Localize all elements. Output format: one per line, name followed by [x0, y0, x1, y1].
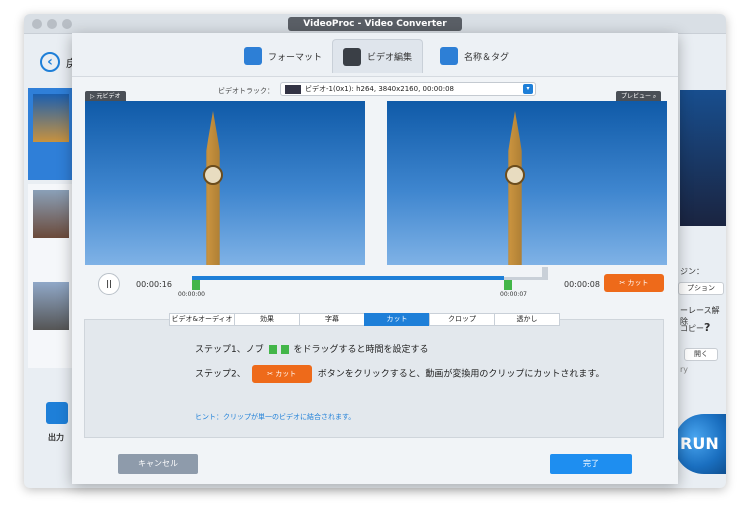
start-marker: 00:00:00: [178, 291, 205, 298]
back-button[interactable]: ‹: [40, 52, 60, 72]
video-track-select[interactable]: ビデオ-1(0x1): h264, 3840x2160, 00:00:08 ▾: [280, 82, 536, 96]
tab-video-edit[interactable]: ビデオ編集: [332, 39, 424, 73]
video-track-value: ビデオ-1(0x1): h264, 3840x2160, 00:00:08: [305, 85, 454, 93]
run-button[interactable]: RUN: [674, 414, 726, 474]
window-title: VideoProc - Video Converter: [288, 17, 462, 31]
start-knob[interactable]: [192, 280, 200, 290]
close-window-icon[interactable]: [32, 19, 42, 29]
preview-video: [387, 101, 667, 265]
maximize-window-icon[interactable]: [62, 19, 72, 29]
source-video: [85, 101, 365, 265]
video-track-label: ビデオトラック：: [218, 87, 274, 95]
format-icon: [244, 47, 262, 65]
right-label-a: ジン：: [680, 267, 704, 276]
subtab-subtitles[interactable]: 字幕: [299, 313, 365, 326]
end-knob-icon: [280, 345, 289, 354]
open-button[interactable]: 開く: [684, 348, 718, 361]
clip-thumb[interactable]: [28, 276, 74, 368]
subtab-watermark[interactable]: 透かし: [494, 313, 560, 326]
end-knob[interactable]: [504, 280, 512, 290]
right-label-c: コピー: [680, 324, 704, 333]
subtab-crop[interactable]: クロップ: [429, 313, 495, 326]
start-knob-icon: [268, 345, 277, 354]
tab-name-tag-label: 名称＆タグ: [464, 52, 510, 63]
dialog-tab-bar: フォーマット ビデオ編集 名称＆タグ: [72, 33, 678, 77]
subtab-cut[interactable]: カット: [364, 313, 430, 326]
help-icon[interactable]: ?: [704, 321, 710, 334]
output-label: 出力: [48, 433, 64, 442]
clip-thumb[interactable]: [28, 88, 74, 180]
minimize-window-icon[interactable]: [47, 19, 57, 29]
timeline-selection: [192, 276, 504, 280]
done-button[interactable]: 完了: [550, 454, 632, 474]
pause-button[interactable]: ||: [98, 273, 120, 295]
end-marker: 00:00:07: [500, 291, 527, 298]
playhead-handle[interactable]: [542, 267, 548, 277]
subtab-effects[interactable]: 効果: [234, 313, 300, 326]
tab-format[interactable]: フォーマット: [244, 39, 322, 73]
option-button[interactable]: プション: [678, 282, 724, 295]
step-2: ステップ2、 ✂ カット ボタンをクリックすると、動画が変換用のクリップにカットされ…: [195, 365, 604, 383]
clip-thumb[interactable]: [28, 184, 74, 276]
right-preview-image: [680, 90, 726, 226]
cut-button-illustration: ✂ カット: [251, 365, 312, 383]
hint-text: ヒント：クリップが単一のビデオに結合されます。: [195, 413, 356, 421]
dropdown-arrow-icon: ▾: [523, 84, 533, 94]
output-icon[interactable]: [46, 402, 68, 424]
edit-subtabs: ビデオ&オーディオ 効果 字幕 カット クロップ 透かし: [169, 313, 560, 326]
timeline: || 00:00:16 00:00:00 00:00:07 00:00:08 ✂…: [82, 267, 670, 301]
cut-button[interactable]: ✂ カット: [604, 274, 664, 292]
video-edit-icon: [343, 47, 361, 66]
track-thumbnail-icon: [285, 85, 301, 94]
cancel-button[interactable]: キャンセル: [118, 454, 198, 474]
video-edit-dialog: フォーマット ビデオ編集 名称＆タグ ビデオトラック： ビデオ-1(0x1): …: [72, 33, 678, 484]
right-label-d: ry: [680, 365, 689, 374]
cut-panel: ステップ1、ノブ をドラッグすると時間を設定する ステップ2、 ✂ カット ボタンを…: [84, 319, 664, 438]
tab-video-edit-label: ビデオ編集: [367, 53, 413, 63]
tab-format-label: フォーマット: [268, 52, 323, 63]
tag-icon: [440, 47, 458, 65]
tab-name-tag[interactable]: 名称＆タグ: [440, 39, 509, 73]
title-bar: VideoProc - Video Converter: [24, 14, 726, 34]
end-time: 00:00:08: [564, 280, 600, 289]
current-time: 00:00:16: [136, 280, 172, 289]
step-1: ステップ1、ノブ をドラッグすると時間を設定する: [195, 345, 429, 355]
subtab-video-audio[interactable]: ビデオ&オーディオ: [169, 313, 235, 326]
